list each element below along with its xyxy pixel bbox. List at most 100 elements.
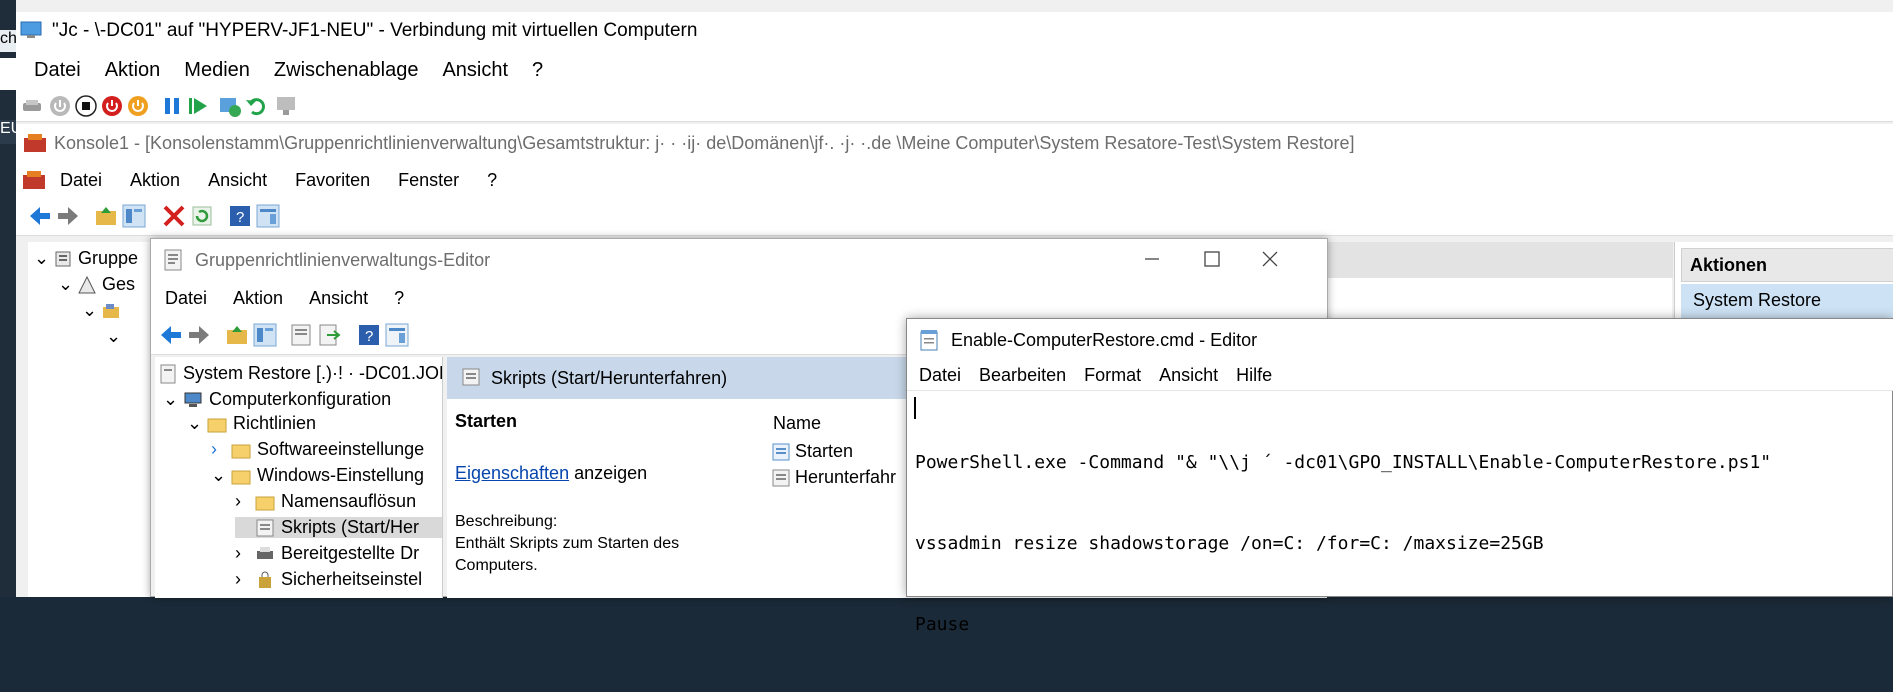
gpe-menu-datei[interactable]: Datei: [165, 288, 207, 309]
mmc-menu-fenster[interactable]: Fenster: [398, 170, 459, 191]
hyperv-menu-ansicht[interactable]: Ansicht: [442, 59, 508, 82]
notepad-menu-datei[interactable]: Datei: [919, 365, 961, 386]
hyperv-menu-zwischenablage[interactable]: Zwischenablage: [274, 59, 419, 82]
show-hide-tree-icon[interactable]: [253, 323, 277, 347]
notepad-line-3: Pause: [915, 614, 970, 635]
notepad-title-text: Enable-ComputerRestore.cmd - Editor: [951, 329, 1258, 350]
column-header-name[interactable]: Name: [773, 413, 821, 434]
forward-arrow-icon[interactable]: [187, 323, 211, 347]
up-folder-icon[interactable]: [225, 323, 249, 347]
list-item-herunterfahren[interactable]: Herunterfahr: [771, 467, 896, 488]
back-arrow-icon[interactable]: [159, 323, 183, 347]
pause-icon[interactable]: [160, 94, 184, 118]
gpe-tree-richtlinien[interactable]: ⌄ Richtlinien: [187, 413, 316, 434]
gpe-tree-scripts-selected[interactable]: Skripts (Start/Her: [235, 517, 442, 538]
up-folder-icon[interactable]: [94, 204, 118, 228]
refresh-icon[interactable]: [190, 204, 214, 228]
background-window-fragment-3: EU: [0, 120, 16, 144]
scripts-panel-title: Skripts (Start/Herunterfahren): [491, 367, 728, 388]
hyperv-menu-aktion[interactable]: Aktion: [105, 59, 161, 82]
turn-off-icon[interactable]: [74, 94, 98, 118]
hyperv-menu-bar: Datei Aktion Medien Zwischenablage Ansic…: [16, 50, 1893, 90]
minimize-icon[interactable]: [1139, 249, 1165, 269]
chevron-down-icon: ⌄: [211, 465, 227, 485]
hyperv-title-text: "Jc - \-DC01" auf "HYPERV-JF1-NEU" - Ver…: [52, 20, 698, 41]
ctrl-alt-del-icon[interactable]: [20, 94, 44, 118]
gpe-tree-label: Sicherheitseinstel: [281, 569, 423, 589]
start-vm-icon[interactable]: [48, 94, 72, 118]
mmc-title-text: Konsole1 - [Konsolenstamm\Gruppenrichtli…: [54, 132, 1355, 153]
chevron-right-icon: ›: [235, 491, 241, 511]
checkpoint-icon[interactable]: [218, 94, 242, 118]
gpe-tree-label: Computerkonfiguration: [209, 389, 392, 409]
delete-icon[interactable]: [162, 204, 186, 228]
folder-icon: [231, 441, 251, 459]
hyperv-window-icon: [20, 20, 42, 40]
shutdown-icon[interactable]: [100, 94, 124, 118]
notepad-window: Enable-ComputerRestore.cmd - Editor Date…: [906, 318, 1893, 635]
gpe-tree-printers[interactable]: › Bereitgestellte Dr: [235, 543, 419, 564]
notepad-menu-ansicht[interactable]: Ansicht: [1159, 365, 1218, 386]
list-item-starten[interactable]: Starten: [771, 441, 853, 462]
resume-icon[interactable]: [186, 94, 210, 118]
background-window-fragment-2: [0, 58, 16, 90]
close-icon[interactable]: [1257, 249, 1283, 269]
mmc-menu-ansicht[interactable]: Ansicht: [208, 170, 267, 191]
gpe-tree-root[interactable]: System Restore [.)·! · -DC01.JOF: [159, 363, 443, 384]
hyperv-menu-medien[interactable]: Medien: [184, 59, 250, 82]
notepad-icon: [919, 329, 939, 351]
hyperv-menu-datei[interactable]: Datei: [34, 59, 81, 82]
notepad-text-area[interactable]: PowerShell.exe -Command "& "\\j ´ -dc01\…: [915, 395, 1885, 635]
properties-icon[interactable]: [289, 323, 313, 347]
mmc-tree-item-forest[interactable]: ⌄ Ges: [58, 274, 135, 295]
show-hide-tree-icon[interactable]: [122, 204, 146, 228]
properties-link[interactable]: Eigenschaften: [455, 463, 569, 483]
back-arrow-icon[interactable]: [28, 204, 52, 228]
list-item-label: Herunterfahr: [795, 467, 897, 487]
mmc-tree-item-domains[interactable]: ⌄: [82, 300, 126, 321]
hyperv-menu-help[interactable]: ?: [532, 59, 543, 82]
gpe-tree-label: Softwareeinstellunge: [257, 439, 425, 459]
gpe-tree-name-resolution[interactable]: › Namensauflösun: [235, 491, 416, 512]
notepad-menu-bar: Datei Bearbeiten Format Ansicht Hilfe: [907, 361, 1893, 391]
export-list-icon[interactable]: [317, 323, 341, 347]
notepad-menu-hilfe[interactable]: Hilfe: [1236, 365, 1272, 386]
notepad-menu-bearbeiten[interactable]: Bearbeiten: [979, 365, 1066, 386]
hyperv-toolbar: [16, 90, 1893, 122]
maximize-icon[interactable]: [1199, 249, 1225, 269]
gpe-title-bar: Gruppenrichtlinienverwaltungs-Editor: [151, 239, 1327, 281]
gpe-menu-aktion[interactable]: Aktion: [233, 288, 283, 309]
gpe-tree-security[interactable]: › Sicherheitseinstel: [235, 569, 422, 590]
gpe-tree-windows-settings[interactable]: ⌄ Windows-Einstellung: [211, 465, 424, 486]
mmc-menu-icon[interactable]: [22, 168, 46, 192]
actions-header: Aktionen: [1681, 248, 1893, 282]
notepad-menu-format[interactable]: Format: [1084, 365, 1141, 386]
show-hide-action-pane-icon[interactable]: [385, 323, 409, 347]
enhanced-session-icon[interactable]: [274, 94, 298, 118]
description-text-2: Computers.: [455, 557, 538, 574]
gpo-root-icon: [159, 364, 177, 384]
save-state-icon[interactable]: [126, 94, 150, 118]
mmc-menu-aktion[interactable]: Aktion: [130, 170, 180, 191]
show-hide-action-pane-icon[interactable]: [256, 204, 280, 228]
mmc-menu-help[interactable]: ?: [487, 170, 497, 191]
gpe-tree-label: System Restore [.)·! · -DC01.JOF: [183, 363, 443, 383]
description-text-1: Enthält Skripts zum Starten des: [455, 535, 680, 552]
forward-arrow-icon[interactable]: [56, 204, 80, 228]
mmc-tree-item-gpm[interactable]: ⌄ Gruppe: [34, 248, 138, 269]
gpe-tree-label: Bereitgestellte Dr: [281, 543, 420, 563]
chevron-right-icon: ›: [235, 569, 241, 589]
help-icon[interactable]: ?: [357, 323, 381, 347]
gpe-tree-software[interactable]: › Softwareeinstellunge: [211, 439, 424, 460]
mmc-tree-item-domain[interactable]: ⌄: [106, 326, 121, 347]
mmc-menu-datei[interactable]: Datei: [60, 170, 102, 191]
hyperv-title-bar: "Jc - \-DC01" auf "HYPERV-JF1-NEU" - Ver…: [16, 12, 1893, 50]
revert-icon[interactable]: [244, 94, 268, 118]
gpe-menu-help[interactable]: ?: [394, 288, 404, 309]
actions-item-system-restore[interactable]: System Restore: [1681, 284, 1893, 320]
mmc-menu-bar: Datei Aktion Ansicht Favoriten Fenster ?: [16, 162, 1893, 198]
gpe-tree-computer-config[interactable]: ⌄ Computerkonfiguration: [163, 389, 391, 410]
gpe-menu-ansicht[interactable]: Ansicht: [309, 288, 368, 309]
mmc-menu-favoriten[interactable]: Favoriten: [295, 170, 370, 191]
help-icon[interactable]: ?: [228, 204, 252, 228]
